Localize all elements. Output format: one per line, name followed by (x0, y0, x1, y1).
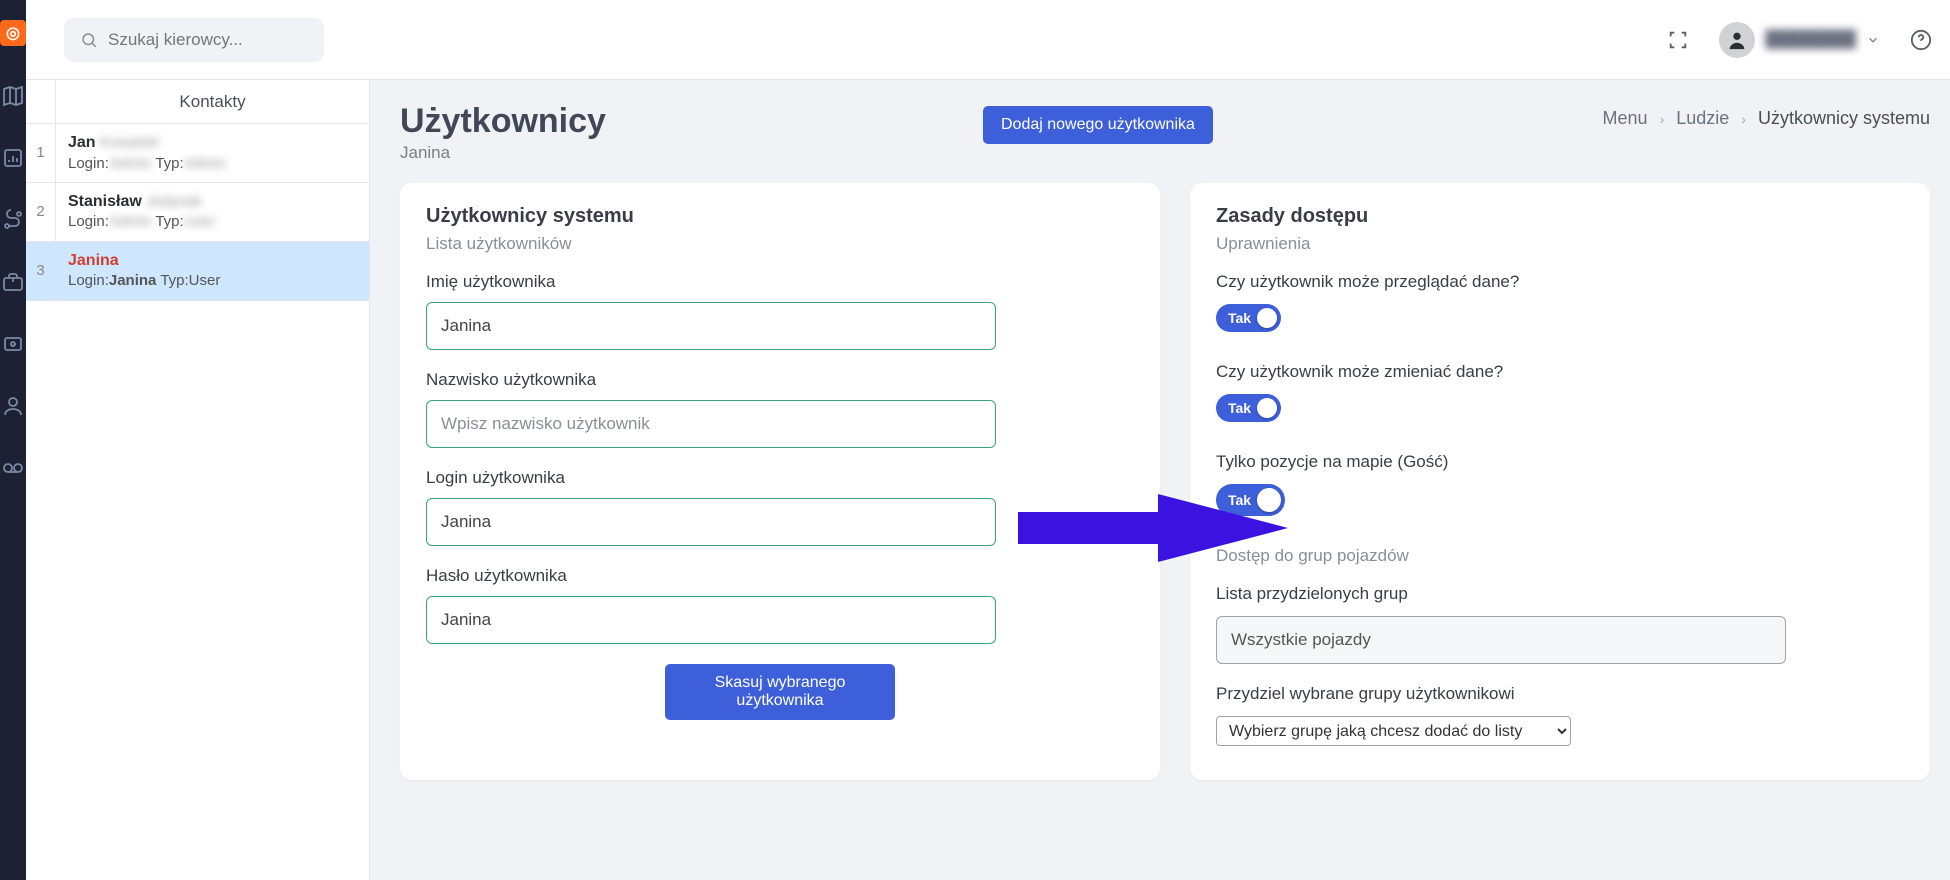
contact-surname: Kowalski (100, 134, 159, 151)
first-name-label: Imię użytkownika (426, 272, 1134, 292)
route-icon[interactable] (1, 208, 25, 232)
panel-title: Zasady dostępu (1216, 205, 1904, 228)
groups-section-head: Dostęp do grup pojazdów (1216, 546, 1904, 566)
app-logo: ◎ (0, 20, 26, 46)
avatar-icon (1719, 22, 1755, 58)
user-menu[interactable]: ████████ (1719, 22, 1880, 58)
perm-change-toggle[interactable]: Tak (1216, 394, 1281, 422)
first-name-input[interactable] (426, 302, 996, 350)
last-name-input[interactable] (426, 400, 996, 448)
delete-user-button[interactable]: Skasuj wybranego użytkownika (665, 664, 895, 720)
breadcrumb-item[interactable]: Menu (1603, 108, 1648, 129)
contact-row-3[interactable]: 3 Janina Login:Janina Typ:User (26, 242, 369, 301)
contact-row-1[interactable]: 1 Jan Kowalski Login:Admin Typ:Admin (26, 124, 369, 183)
search-icon (80, 31, 98, 49)
contact-index: 3 (26, 242, 56, 300)
chevron-right-icon: › (1660, 111, 1665, 127)
search-input[interactable] (108, 30, 308, 50)
perm-change-label: Czy użytkownik może zmieniać dane? (1216, 362, 1904, 382)
toggle-knob-icon (1257, 308, 1277, 328)
poi-icon[interactable] (1, 332, 25, 356)
left-rail: ◎ (0, 0, 26, 880)
password-label: Hasło użytkownika (426, 566, 1134, 586)
contact-index: 2 (26, 183, 56, 241)
contact-name: Stanisław (68, 193, 142, 210)
user-name: ████████ (1765, 31, 1856, 49)
fullscreen-icon[interactable] (1667, 29, 1689, 51)
panel-title: Użytkownicy systemu (426, 205, 1134, 228)
search-input-wrap[interactable] (64, 18, 324, 62)
add-user-button[interactable]: Dodaj nowego użytkownika (983, 106, 1213, 144)
topbar: ████████ (26, 0, 1950, 80)
perm-view-toggle[interactable]: Tak (1216, 304, 1281, 332)
contact-name: Janina (68, 252, 119, 269)
login-input[interactable] (426, 498, 996, 546)
contact-index: 1 (26, 124, 56, 182)
last-name-label: Nazwisko użytkownika (426, 370, 1134, 390)
page-title: Użytkownicy (400, 102, 606, 141)
permissions-panel: Zasady dostępu Uprawnienia Czy użytkowni… (1190, 183, 1930, 780)
breadcrumb: Menu › Ludzie › Użytkownicy systemu (1603, 108, 1930, 129)
recording-icon[interactable] (1, 456, 25, 480)
contacts-sidebar: Kontakty 1 Jan Kowalski Login:Admin Typ:… (26, 80, 370, 880)
chevron-right-icon: › (1741, 111, 1746, 127)
password-input[interactable] (426, 596, 996, 644)
contact-row-2[interactable]: 2 Stanisław Jedynak Login:Admin Typ:User (26, 183, 369, 242)
login-label: Login użytkownika (426, 468, 1134, 488)
report-icon[interactable] (1, 146, 25, 170)
groups-list-label: Lista przydzielonych grup (1216, 584, 1904, 604)
perm-guest-toggle[interactable]: Tak (1216, 484, 1285, 516)
assign-group-select[interactable]: Wybierz grupę jaką chcesz dodać do listy (1216, 716, 1571, 746)
briefcase-icon[interactable] (1, 270, 25, 294)
users-panel: Użytkownicy systemu Lista użytkowników I… (400, 183, 1160, 780)
contacts-header: Kontakty (56, 80, 369, 123)
contact-surname: Jedynak (146, 193, 202, 210)
help-icon[interactable] (1910, 29, 1932, 51)
panel-subtitle: Uprawnienia (1216, 234, 1904, 254)
assign-group-label: Przydziel wybrane grupy użytkownikowi (1216, 684, 1904, 704)
user-icon[interactable] (1, 394, 25, 418)
contact-name: Jan (68, 134, 96, 151)
map-icon[interactable] (1, 84, 25, 108)
toggle-knob-icon (1257, 398, 1277, 418)
groups-list-input[interactable] (1216, 616, 1786, 664)
chevron-down-icon (1866, 33, 1880, 47)
breadcrumb-item-current: Użytkownicy systemu (1758, 108, 1930, 129)
toggle-knob-icon (1257, 488, 1281, 512)
perm-guest-label: Tylko pozycje na mapie (Gość) (1216, 452, 1904, 472)
perm-view-label: Czy użytkownik może przeglądać dane? (1216, 272, 1904, 292)
breadcrumb-item[interactable]: Ludzie (1676, 108, 1729, 129)
page-subtitle: Janina (400, 143, 606, 163)
panel-subtitle: Lista użytkowników (426, 234, 1134, 254)
